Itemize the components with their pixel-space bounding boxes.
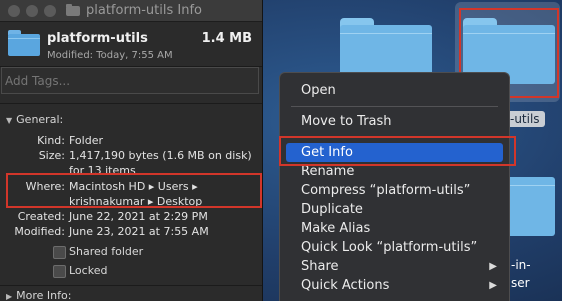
annotation-box-where xyxy=(6,173,262,208)
modified-value: June 23, 2021 at 7:55 AM xyxy=(69,225,209,238)
created-label: Created: xyxy=(17,210,65,223)
window-title: platform-utils Info xyxy=(86,3,202,18)
shared-folder-checkbox[interactable] xyxy=(53,246,66,259)
context-menu: Open Move to Trash Get Info Rename Compr… xyxy=(279,72,510,301)
locked-checkbox[interactable] xyxy=(53,265,66,278)
menu-item-quick-look[interactable]: Quick Look “platform-utils” xyxy=(286,238,503,257)
menu-item-duplicate[interactable]: Duplicate xyxy=(286,200,503,219)
menu-item-open[interactable]: Open xyxy=(286,81,503,100)
modified-label: Modified: xyxy=(14,225,65,238)
menu-separator xyxy=(291,106,498,107)
title-bar: platform-utils Info xyxy=(0,0,262,22)
menu-item-share[interactable]: Share ▶ xyxy=(286,257,503,276)
more-info-section-header[interactable]: ▶ More Info: xyxy=(6,289,71,301)
submenu-arrow-icon: ▶ xyxy=(489,280,497,291)
disclosure-down-icon[interactable]: ▼ xyxy=(6,116,12,125)
minimize-button[interactable] xyxy=(26,4,38,17)
menu-item-share-label: Share xyxy=(301,259,339,274)
submenu-arrow-icon: ▶ xyxy=(489,261,497,272)
menu-item-move-to-trash[interactable]: Move to Trash xyxy=(286,112,503,131)
info-header: platform-utils 1.4 MB Modified: Today, 7… xyxy=(0,22,262,66)
size-value: 1,417,190 bytes (1.6 MB on disk) xyxy=(69,149,252,162)
size-label: Size: xyxy=(38,149,65,162)
desktop-item-label[interactable]: -in- xyxy=(511,258,531,272)
item-name: platform-utils xyxy=(47,31,148,46)
annotation-box-get-info xyxy=(279,136,516,166)
locked-label: Locked xyxy=(69,264,108,277)
kind-value: Folder xyxy=(69,134,103,147)
info-window: platform-utils Info platform-utils 1.4 M… xyxy=(0,0,263,301)
menu-item-compress[interactable]: Compress “platform-utils” xyxy=(286,181,503,200)
menu-item-make-alias[interactable]: Make Alias xyxy=(286,219,503,238)
folder-icon xyxy=(8,30,40,56)
disclosure-right-icon[interactable]: ▶ xyxy=(6,292,12,301)
folder-icon xyxy=(66,3,80,16)
divider xyxy=(0,103,262,104)
menu-item-quick-actions-label: Quick Actions xyxy=(301,278,390,293)
menu-item-quick-actions[interactable]: Quick Actions ▶ xyxy=(286,276,503,295)
shared-folder-label: Shared folder xyxy=(69,245,144,258)
tags-input[interactable] xyxy=(1,67,259,94)
zoom-button[interactable] xyxy=(44,4,56,17)
created-value: June 22, 2021 at 2:29 PM xyxy=(69,210,208,223)
item-size: 1.4 MB xyxy=(201,31,252,46)
divider xyxy=(0,285,262,286)
selected-folder-label[interactable]: -utils xyxy=(505,111,545,127)
general-section-header[interactable]: ▼ General: xyxy=(6,113,63,126)
desktop-item-label[interactable]: ser xyxy=(511,276,530,290)
kind-label: Kind: xyxy=(37,134,65,147)
item-modified: Modified: Today, 7:55 AM xyxy=(47,50,173,61)
close-button[interactable] xyxy=(8,4,20,17)
